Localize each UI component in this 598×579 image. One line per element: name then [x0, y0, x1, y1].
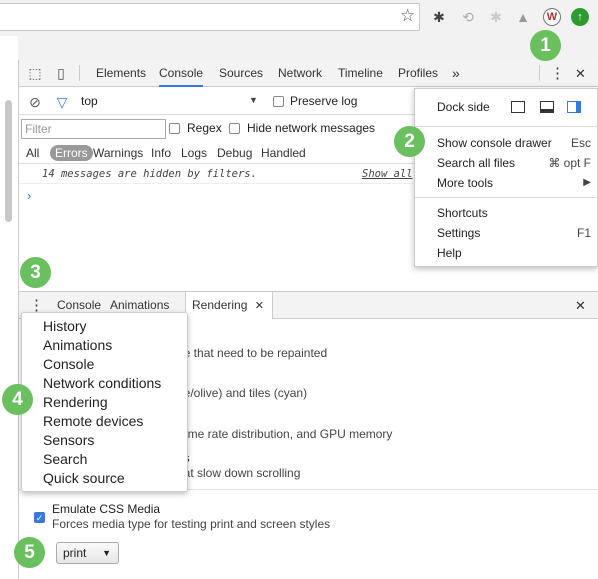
divider [79, 65, 80, 81]
inspect-element-icon[interactable]: ⬚ [27, 65, 43, 81]
bookmark-star-icon[interactable]: ☆ [400, 6, 415, 26]
level-errors[interactable]: Errors [50, 145, 93, 161]
regex-label: Regex [187, 121, 222, 135]
devtools-more-menu: Dock side Show console drawer Esc Search… [414, 88, 598, 267]
rendering-option-text: ge that need to be repainted [177, 346, 328, 360]
more-tabs-icon[interactable]: » [452, 60, 460, 87]
dock-right-icon[interactable] [567, 101, 581, 113]
undock-icon[interactable] [511, 101, 525, 113]
emulate-css-media-checkbox[interactable]: ✓ [34, 510, 45, 524]
dock-side-label: Dock side [437, 100, 490, 114]
callout-badge-2: 2 [394, 126, 425, 157]
settings-extension-icon[interactable]: ✱ [431, 9, 447, 25]
tab-elements[interactable]: Elements [96, 60, 146, 87]
drawer-tab-rendering[interactable]: Rendering ✕ [185, 292, 273, 319]
level-info[interactable]: Info [151, 145, 171, 161]
close-tab-icon[interactable]: ✕ [255, 300, 264, 312]
menu-item-label: More tools [437, 176, 494, 190]
update-extension-icon[interactable]: ↑ [571, 8, 589, 26]
media-type-select[interactable]: print ▼ [56, 542, 119, 564]
tab-sources[interactable]: Sources [219, 60, 263, 87]
level-warnings[interactable]: Warnings [93, 145, 143, 161]
divider [415, 197, 598, 198]
media-type-value: print [63, 546, 87, 560]
devtools-tabbar: ⬚ ▯ Elements Console Sources Network Tim… [19, 60, 598, 87]
menu-item-show-console-drawer[interactable]: Show console drawer Esc [415, 133, 598, 153]
callout-badge-5: 5 [14, 537, 45, 568]
page-scrollbar[interactable] [5, 100, 12, 222]
chevron-down-icon: ▼ [102, 548, 111, 558]
drawer-menu-item-network-conditions[interactable]: Network conditions [43, 374, 161, 393]
close-drawer-icon[interactable]: ✕ [575, 292, 586, 319]
tab-console[interactable]: Console [159, 60, 204, 87]
drawer-tab-label: Rendering [192, 298, 248, 312]
tab-timeline[interactable]: Timeline [338, 60, 383, 87]
filter-input[interactable]: Filter [21, 119, 166, 139]
menu-item-label: Settings [437, 226, 481, 240]
level-handled[interactable]: Handled [261, 145, 306, 161]
menu-item-search-all-files[interactable]: Search all files ⌘ opt F [415, 153, 598, 173]
rendering-option-text: ge/olive) and tiles (cyan) [177, 386, 308, 400]
page-content [0, 36, 18, 579]
callout-badge-1: 1 [530, 30, 561, 61]
menu-shortcut: F1 [576, 226, 591, 240]
disabled-extension-icon[interactable]: ✱ [488, 9, 504, 25]
callout-badge-4: 4 [2, 384, 33, 415]
drawer-menu-item-rendering[interactable]: Rendering [43, 393, 108, 412]
menu-item-label: Help [437, 246, 462, 260]
drawer-menu-item-history[interactable]: History [43, 317, 87, 336]
menu-item-settings[interactable]: Settings F1 [415, 223, 598, 243]
menu-item-label: Show console drawer [437, 136, 552, 150]
emulate-css-media-title: Emulate CSS Media [52, 502, 161, 516]
menu-item-shortcuts[interactable]: Shortcuts [415, 203, 598, 223]
filter-icon[interactable]: ▽ [54, 94, 70, 110]
tab-network[interactable]: Network [278, 60, 322, 87]
level-logs[interactable]: Logs [181, 145, 207, 161]
drawer-menu-item-animations[interactable]: Animations [43, 336, 112, 355]
clear-console-icon[interactable]: ⊘ [27, 94, 43, 110]
drawer-menu-item-sensors[interactable]: Sensors [43, 431, 94, 450]
rendering-option-text: hat slow down scrolling [177, 466, 301, 480]
preserve-log-label: Preserve log [290, 94, 358, 108]
hide-network-label: Hide network messages [247, 121, 376, 135]
show-all-link[interactable]: Show all [362, 164, 413, 184]
drawer-tools-menu: History Animations Console Network condi… [21, 312, 188, 492]
close-devtools-icon[interactable]: ✕ [575, 60, 586, 87]
emulate-css-media-desc: Forces media type for testing print and … [52, 517, 331, 531]
divider [415, 126, 598, 127]
menu-item-label: Shortcuts [437, 206, 488, 220]
console-prompt-icon[interactable]: › [27, 188, 31, 203]
regex-checkbox[interactable] [169, 121, 180, 135]
browser-toolbar: ☆ ✱ ⟲ ✱ ▲ W ↑ [0, 0, 598, 36]
menu-item-help[interactable]: Help [415, 243, 598, 263]
menu-shortcut: ⌘ opt F [548, 156, 591, 170]
drawer-menu-item-console[interactable]: Console [43, 355, 94, 374]
warning-extension-icon[interactable]: ▲ [515, 9, 531, 25]
drawer-menu-item-remote-devices[interactable]: Remote devices [43, 412, 143, 431]
callout-badge-3: 3 [20, 257, 51, 288]
menu-shortcut: Esc [570, 136, 591, 150]
address-bar[interactable] [0, 3, 420, 31]
level-debug[interactable]: Debug [217, 145, 252, 161]
more-menu-icon[interactable]: ⋮ [550, 60, 565, 87]
device-mode-icon[interactable]: ▯ [53, 65, 69, 81]
chevron-down-icon[interactable]: ▼ [249, 95, 258, 105]
menu-item-label: Search all files [437, 156, 516, 170]
level-all[interactable]: All [26, 145, 39, 161]
rendering-option-text: rame rate distribution, and GPU memory [177, 427, 393, 441]
drawer-menu-item-search[interactable]: Search [43, 450, 87, 469]
tab-profiles[interactable]: Profiles [398, 60, 438, 87]
context-select[interactable]: top [81, 94, 98, 108]
sync-extension-icon[interactable]: ⟲ [460, 9, 476, 25]
chevron-right-icon: ▶ [583, 177, 591, 188]
divider [539, 65, 540, 81]
preserve-log-checkbox[interactable] [273, 94, 284, 108]
hidden-messages-text: 14 messages are hidden by filters. [42, 168, 257, 180]
drawer-menu-item-quick-source[interactable]: Quick source [43, 469, 125, 488]
w-extension-icon[interactable]: W [543, 8, 561, 26]
dock-bottom-icon[interactable] [540, 101, 554, 113]
menu-item-more-tools[interactable]: More tools ▶ [415, 173, 598, 193]
hide-network-checkbox[interactable] [229, 121, 240, 135]
